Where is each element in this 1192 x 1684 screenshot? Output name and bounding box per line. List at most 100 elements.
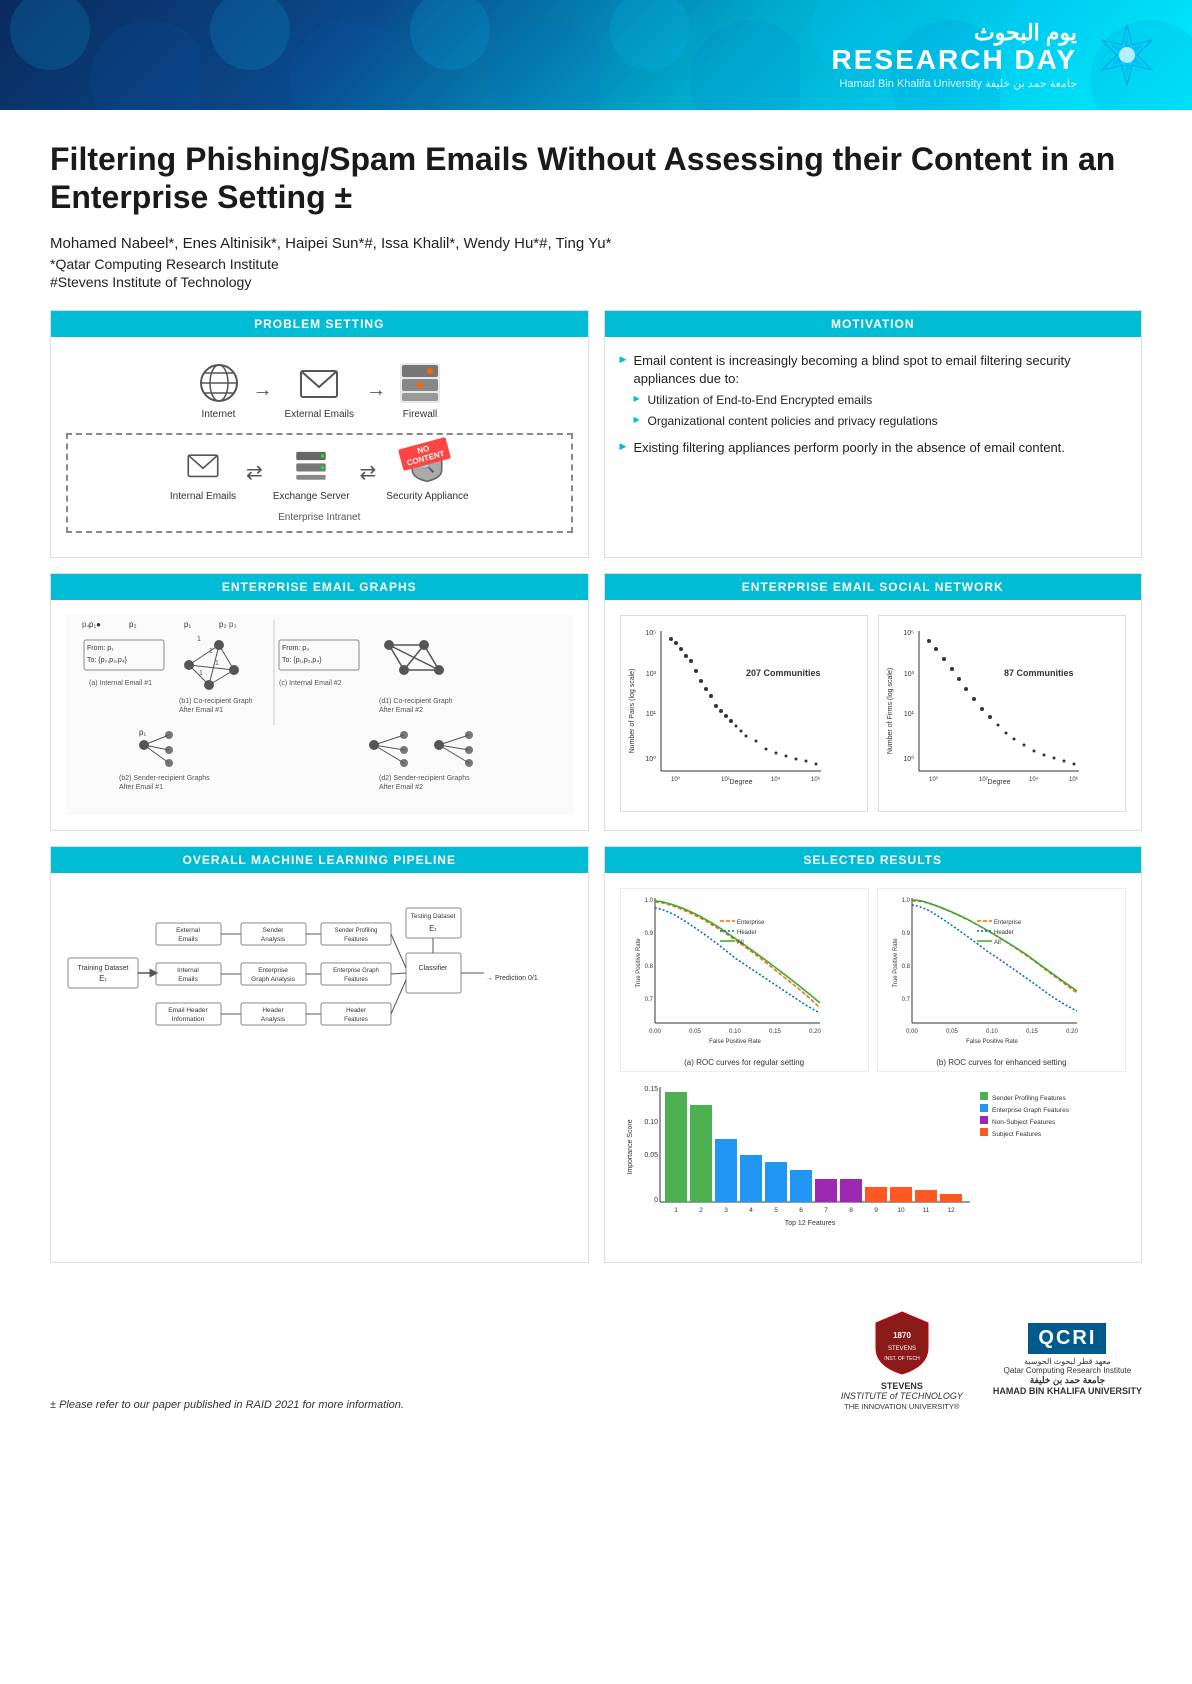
social-network-body: 10⁵ 10³ 10¹ 10⁰ Number of Pairs (log sca…	[605, 600, 1142, 827]
svg-text:p₂: p₂	[219, 620, 227, 629]
svg-text:Subject Features: Subject Features	[992, 1131, 1042, 1138]
svg-text:0.00: 0.00	[906, 1029, 918, 1035]
svg-text:9: 9	[874, 1207, 878, 1214]
exchange-server-label: Exchange Server	[273, 491, 350, 502]
svg-text:p₂: p₂	[129, 620, 137, 629]
svg-text:p₃: p₃	[229, 620, 237, 629]
svg-text:0.15: 0.15	[644, 1086, 658, 1093]
svg-text:0.20: 0.20	[809, 1029, 821, 1035]
svg-text:Emails: Emails	[178, 936, 198, 943]
svg-text:Top 12 Features: Top 12 Features	[784, 1220, 835, 1227]
svg-text:0.9: 0.9	[644, 931, 653, 937]
arrow3: ⇄	[246, 460, 263, 485]
pipeline-svg: Training Dataset Eₜ External Emails Inte…	[66, 888, 546, 1128]
roc-svg-a: 1.0 0.9 0.8 0.7 True Positive Rate 0.00 …	[625, 893, 835, 1053]
svg-text:Eₜ: Eₜ	[99, 974, 107, 983]
svg-text:10³: 10³	[645, 671, 656, 678]
svg-text:10²: 10²	[979, 777, 988, 783]
stevens-shield-icon: 1870 STEVENS INST. OF TECH	[872, 1308, 932, 1378]
svg-text:Number of Firms (log scale): Number of Firms (log scale)	[887, 668, 894, 754]
svg-text:Sender Profiling Features: Sender Profiling Features	[992, 1095, 1066, 1102]
bar-chart-svg: 0.15 0.10 0.05 0 Importance Score	[620, 1082, 1080, 1242]
svg-text:(a) Internal Email #1: (a) Internal Email #1	[89, 680, 152, 687]
internal-emails-box: Internal Emails	[170, 443, 236, 502]
email-graphs-diagram: p₁● p₂ From: p₁ To: {p₂,p₃,p₄} (a) Inter…	[66, 615, 573, 815]
svg-text:Graph Analysis: Graph Analysis	[251, 976, 295, 983]
svg-text:After Email #2: After Email #2	[379, 784, 423, 791]
svg-text:1: 1	[674, 1207, 678, 1214]
svg-text:Header: Header	[737, 930, 757, 936]
svg-text:Internal: Internal	[177, 967, 199, 974]
svg-text:0.8: 0.8	[901, 964, 910, 970]
external-emails-icon	[297, 361, 341, 405]
svg-text:0.00: 0.00	[649, 1029, 661, 1035]
svg-text:External: External	[176, 927, 200, 934]
svg-text:Sender: Sender	[263, 927, 285, 934]
svg-text:10⁴: 10⁴	[771, 776, 781, 783]
svg-text:10²: 10²	[721, 777, 730, 783]
svg-text:Eₜ: Eₜ	[429, 924, 437, 933]
ml-pipeline-panel: OVERALL MACHINE LEARNING PIPELINE Traini…	[50, 846, 589, 1263]
logos-row: 1870 STEVENS INST. OF TECH STEVENS INSTI…	[841, 1308, 1142, 1411]
external-emails-label: External Emails	[285, 409, 354, 420]
communities-chart-2: 10⁵ 10³ 10¹ 10⁰ Number of Firms (log sca…	[878, 615, 1126, 812]
stevens-logo: 1870 STEVENS INST. OF TECH STEVENS INSTI…	[841, 1308, 963, 1411]
svg-text:Analysis: Analysis	[261, 936, 286, 943]
motivation-text-2: Existing filtering appliances perform po…	[634, 440, 1065, 455]
selected-results-body: 1.0 0.9 0.8 0.7 True Positive Rate 0.00 …	[605, 873, 1142, 1262]
svg-text:p₁: p₁	[139, 728, 146, 737]
svg-text:0.20: 0.20	[1066, 1029, 1078, 1035]
motivation-text-1: Email content is increasingly becoming a…	[634, 353, 1071, 386]
svg-text:4: 4	[749, 1207, 753, 1214]
svg-text:10: 10	[897, 1207, 905, 1214]
svg-text:10¹: 10¹	[645, 711, 656, 718]
roc-b-title: (b) ROC curves for enhanced setting	[882, 1058, 1121, 1067]
communities-svg-2: 10⁵ 10³ 10¹ 10⁰ Number of Firms (log sca…	[884, 621, 1094, 801]
security-appliance-box: 🔍 NO CONTENT Security Appliance	[386, 443, 468, 502]
email-graphs-body: p₁● p₂ From: p₁ To: {p₂,p₃,p₄} (a) Inter…	[51, 600, 588, 830]
email-graphs-svg: p₁● p₂ From: p₁ To: {p₂,p₃,p₄} (a) Inter…	[79, 615, 559, 815]
motivation-list: Email content is increasingly becoming a…	[620, 352, 1127, 458]
internal-emails-icon	[181, 443, 225, 487]
svg-text:12: 12	[947, 1207, 955, 1214]
svg-text:(b2) Sender-recipient Graphs: (b2) Sender-recipient Graphs	[119, 775, 210, 782]
svg-text:Sender Profiling: Sender Profiling	[335, 928, 378, 934]
svg-text:10⁶: 10⁶	[1069, 776, 1079, 783]
svg-text:False Positive Rate: False Positive Rate	[709, 1039, 761, 1045]
authors-line: Mohamed Nabeel*, Enes Altinisik*, Haipei…	[50, 235, 1142, 252]
svg-text:From: p₃: From: p₃	[282, 645, 309, 652]
svg-text:10⁰: 10⁰	[903, 755, 914, 763]
svg-text:1870: 1870	[893, 1331, 911, 1340]
svg-text:3: 3	[724, 1207, 728, 1214]
svg-text:Classifier: Classifier	[419, 965, 448, 972]
motivation-sub-2: Organizational content policies and priv…	[634, 414, 1127, 430]
svg-text:0.15: 0.15	[1026, 1029, 1038, 1035]
svg-text:5: 5	[774, 1207, 778, 1214]
svg-text:10⁴: 10⁴	[1029, 776, 1039, 783]
svg-text:Header: Header	[994, 930, 1014, 936]
main-content: Filtering Phishing/Spam Emails Without A…	[0, 110, 1192, 1298]
svg-text:After Email #2: After Email #2	[379, 707, 423, 714]
svg-text:Testing Dataset: Testing Dataset	[411, 913, 456, 920]
selected-results-header: SELECTED RESULTS	[605, 847, 1142, 873]
firewall-label: Firewall	[403, 409, 437, 420]
svg-text:1: 1	[209, 648, 213, 655]
footnote-section: ± Please refer to our paper published in…	[50, 1399, 404, 1411]
motivation-body: Email content is increasingly becoming a…	[605, 337, 1142, 557]
svg-text:11: 11	[922, 1207, 929, 1214]
svg-text:10⁶: 10⁶	[811, 776, 821, 783]
motivation-sub-text-2: Organizational content policies and priv…	[648, 414, 938, 428]
problem-setting-panel: PROBLEM SETTING Internet →	[50, 310, 589, 558]
svg-text:Enterprise: Enterprise	[737, 920, 765, 926]
row-1: PROBLEM SETTING Internet →	[50, 310, 1142, 558]
exchange-server-box: Exchange Server	[273, 443, 350, 502]
svg-text:Header: Header	[346, 1008, 366, 1014]
svg-text:Number of Pairs (log scale): Number of Pairs (log scale)	[629, 668, 636, 753]
external-emails-box: External Emails	[285, 361, 354, 420]
enterprise-intranet-label: Enterprise Intranet	[278, 512, 360, 523]
row-2: ENTERPRISE EMAIL GRAPHS p₁● p₂ From: p₁ …	[50, 573, 1142, 831]
roc-a-title: (a) ROC curves for regular setting	[625, 1058, 864, 1067]
svg-text:To: {p₂,p₃,p₄}: To: {p₂,p₃,p₄}	[87, 657, 128, 664]
svg-text:Features: Features	[344, 977, 368, 983]
svg-text:0.8: 0.8	[644, 964, 653, 970]
